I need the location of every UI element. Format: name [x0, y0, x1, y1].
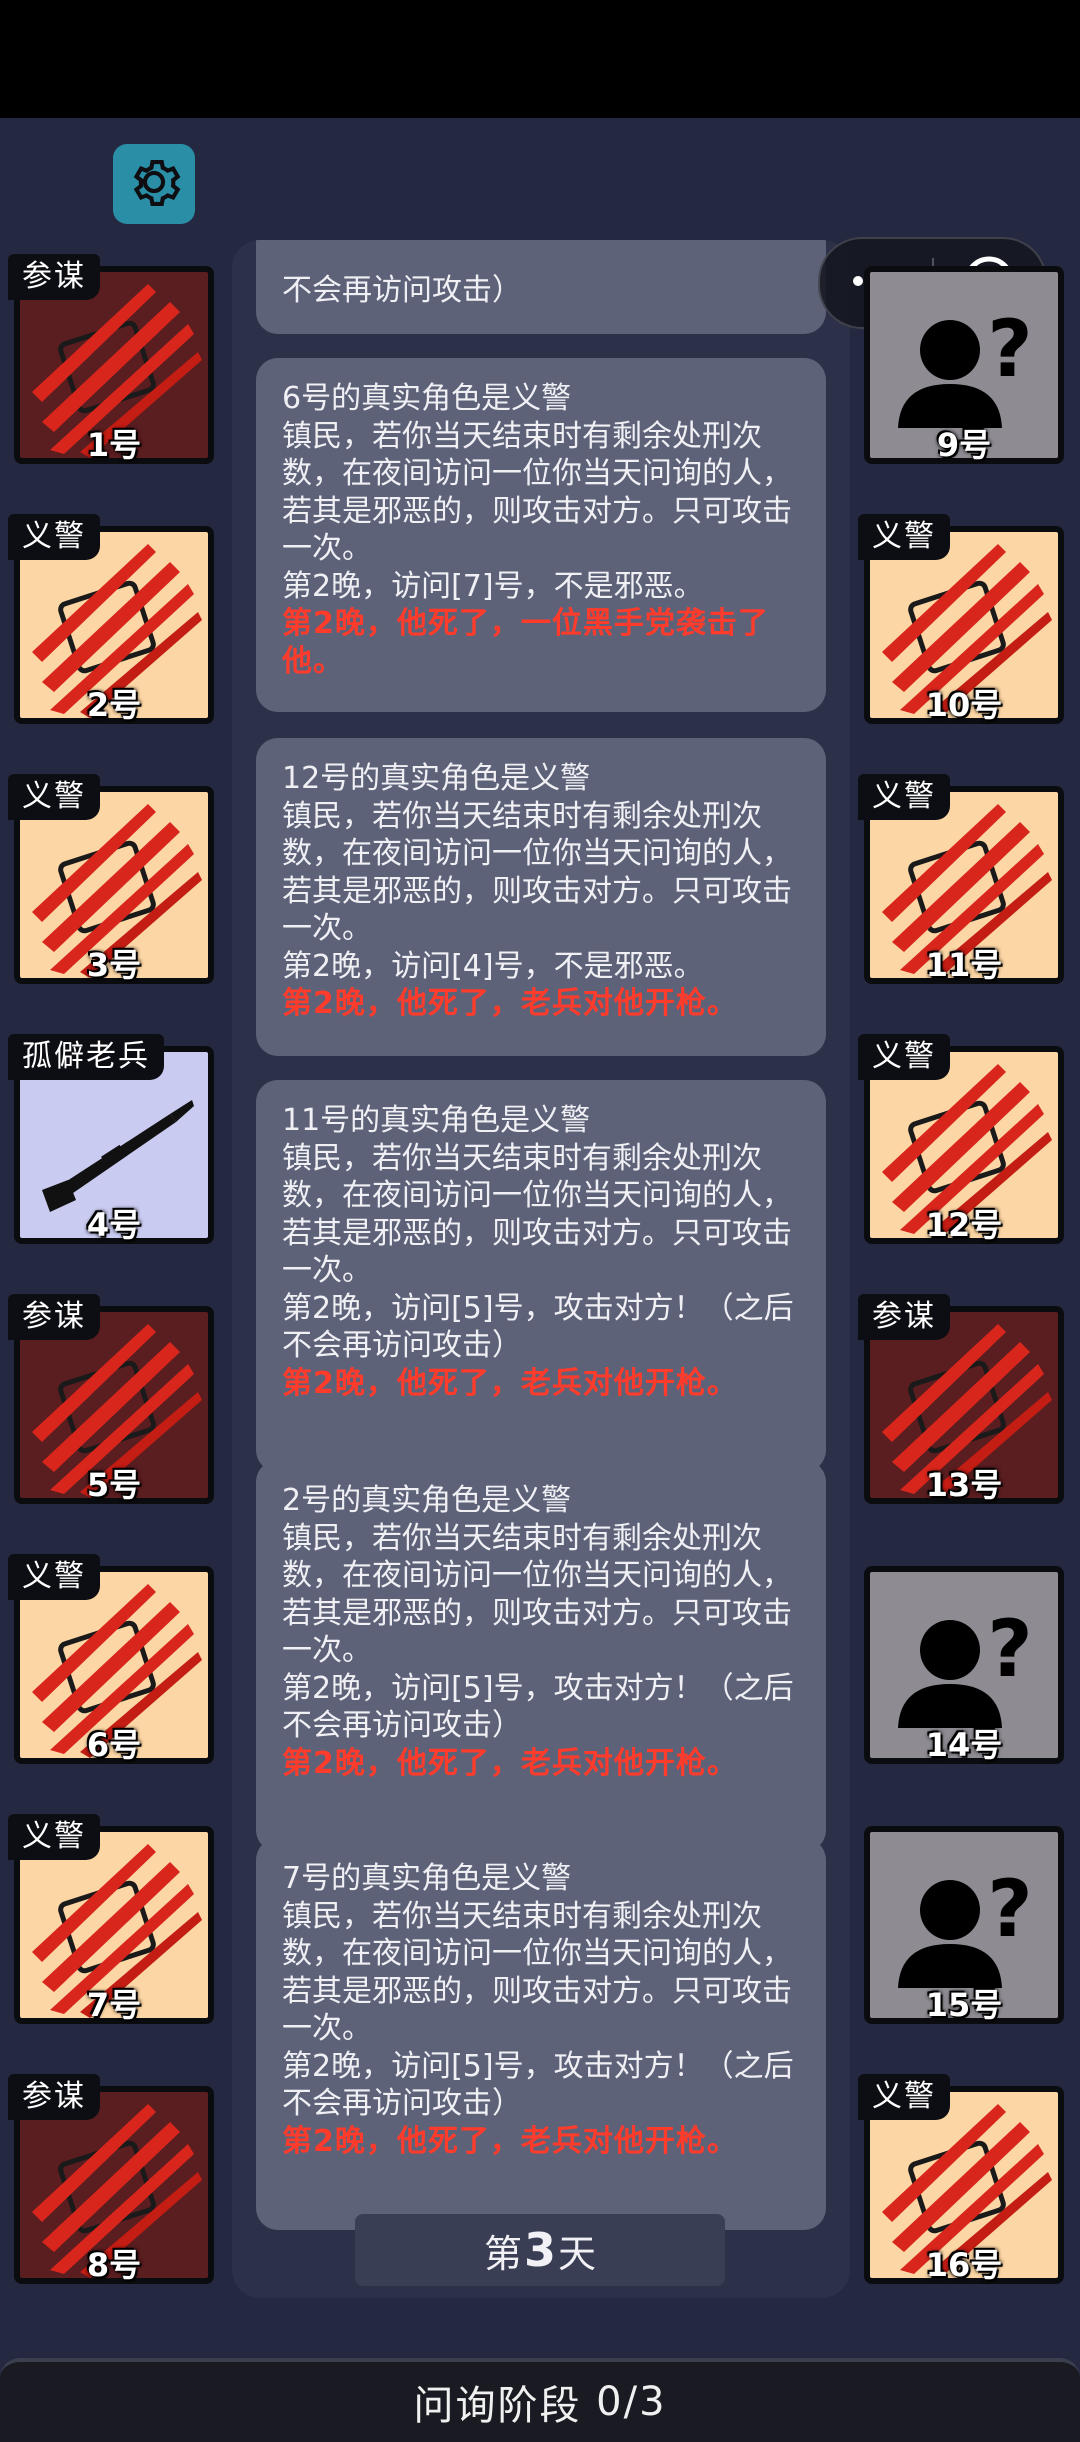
- player-number: 12号: [925, 1206, 1003, 1244]
- player-number: 4号: [86, 1206, 142, 1244]
- player-slot[interactable]: 孤僻老兵 4号: [8, 1034, 214, 1244]
- player-slot[interactable]: 义警 3号: [8, 774, 214, 984]
- report-title: 6号的真实角色是义警: [282, 381, 572, 416]
- player-slot[interactable]: 参谋 1号: [8, 254, 214, 464]
- report-title: 11号的真实角色是义警: [282, 1103, 591, 1138]
- day-suffix: 天: [558, 2231, 597, 2276]
- death-report: 第2晚，他死了，老兵对他开枪。: [282, 986, 738, 1021]
- report-text: 第2晚，访问[4]号，不是邪恶。: [282, 948, 704, 984]
- player-number: 7号: [86, 1986, 142, 2024]
- phase-bar[interactable]: 问询阶段 0/3: [0, 2358, 1080, 2442]
- role-badge: 参谋: [8, 2074, 100, 2120]
- report-title: 7号的真实角色是义警: [282, 1861, 572, 1896]
- player-number: 3号: [86, 946, 142, 984]
- player-number: 15号: [925, 1986, 1003, 2024]
- report-text: 镇民，若你当天结束时有剩余处刑次数，在夜间访问一位你当天问询的人，若其是邪恶的，…: [282, 1898, 792, 2047]
- night-report-card: 2号的真实角色是义警 镇民，若你当天结束时有剩余处刑次数，在夜间访问一位你当天问询…: [256, 1460, 826, 1852]
- player-slot[interactable]: ? 9号: [858, 254, 1064, 464]
- role-badge: 参谋: [8, 1294, 100, 1340]
- report-text: 第2晚，访问[7]号，不是邪恶。: [282, 568, 704, 604]
- report-text: 第2晚，访问[5]号，攻击对方！（之后不会再访问攻击）: [282, 2048, 794, 2122]
- report-text: 镇民，若你当天结束时有剩余处刑次数，在夜间访问一位你当天问询的人，若其是邪恶的，…: [282, 1520, 792, 1669]
- death-report: 第2晚，他死了，老兵对他开枪。: [282, 2123, 738, 2159]
- death-report: 第2晚，他死了，老兵对他开枪。: [282, 1745, 738, 1781]
- report-text: 镇民，若你当天结束时有剩余处刑次数，在夜间访问一位你当天问询的人，若其是邪恶的，…: [282, 1140, 792, 1289]
- player-slot[interactable]: 义警 7号: [8, 1814, 214, 2024]
- phase-label: 问询阶段: [413, 2383, 582, 2429]
- svg-text:?: ?: [987, 1865, 1032, 1955]
- day-number: 3: [523, 2223, 556, 2277]
- day-label: 第3天: [355, 2214, 725, 2286]
- role-badge: 义警: [8, 774, 100, 820]
- report-text: 第2晚，访问[5]号，攻击对方！（之后不会再访问攻击）: [282, 1290, 794, 1364]
- night-report-card: 6号的真实角色是义警 镇民，若你当天结束时有剩余处刑次数，在夜间访问一位你当天问询…: [256, 358, 826, 712]
- player-slot[interactable]: ? 14号: [858, 1554, 1064, 1764]
- role-badge: 参谋: [8, 254, 100, 300]
- night-report-card: 7号的真实角色是义警 镇民，若你当天结束时有剩余处刑次数，在夜间访问一位你当天问询…: [256, 1838, 826, 2230]
- status-bar: [0, 0, 1080, 118]
- role-badge: 义警: [858, 514, 950, 560]
- svg-text:?: ?: [987, 305, 1032, 395]
- player-slot[interactable]: 义警 2号: [8, 514, 214, 724]
- report-text: 第2晚，访问[5]号，攻击对方！（之后不会再访问攻击）: [282, 1670, 794, 1744]
- player-slot[interactable]: 义警 10号: [858, 514, 1064, 724]
- player-slot[interactable]: 义警 6号: [8, 1554, 214, 1764]
- night-report-panel[interactable]: 不会再访问攻击） 6号的真实角色是义警 镇民，若你当天结束时有剩余处刑次数，在夜间访…: [232, 240, 850, 2298]
- phase-progress: 0/3: [596, 2379, 667, 2425]
- night-report-card: 12号的真实角色是义警 镇民，若你当天结束时有剩余处刑次数，在夜间访问一位你当天问…: [256, 738, 826, 1056]
- player-number: 11号: [925, 946, 1003, 984]
- death-report: 第2晚，他死了，一位黑手党袭击了他。: [282, 606, 769, 679]
- svg-text:?: ?: [987, 1605, 1032, 1695]
- player-number: 16号: [925, 2246, 1003, 2284]
- role-badge: 义警: [8, 1554, 100, 1600]
- report-text: 镇民，若你当天结束时有剩余处刑次数，在夜间访问一位你当天问询的人，若其是邪恶的，…: [282, 418, 792, 567]
- gear-icon: [123, 151, 185, 217]
- role-badge: 参谋: [858, 1294, 950, 1340]
- report-title: 12号的真实角色是义警: [282, 761, 591, 796]
- report-title: 2号的真实角色是义警: [282, 1483, 572, 1518]
- player-number: 5号: [86, 1466, 142, 1504]
- role-badge: 义警: [858, 774, 950, 820]
- death-report: 第2晚，他死了，老兵对他开枪。: [282, 1365, 738, 1401]
- settings-button[interactable]: [113, 144, 195, 224]
- role-badge: 义警: [8, 514, 100, 560]
- role-badge: 义警: [858, 1034, 950, 1080]
- player-number: 1号: [86, 426, 142, 464]
- player-slot[interactable]: 参谋 5号: [8, 1294, 214, 1504]
- player-slot[interactable]: 参谋 8号: [8, 2074, 214, 2284]
- player-slot[interactable]: 义警 11号: [858, 774, 1064, 984]
- player-slot[interactable]: ? 15号: [858, 1814, 1064, 2024]
- role-badge: 孤僻老兵: [8, 1034, 164, 1080]
- player-number: 13号: [925, 1466, 1003, 1504]
- report-text: 镇民，若你当天结束时有剩余处刑次数，在夜间访问一位你当天问询的人，若其是邪恶的，…: [282, 798, 792, 947]
- role-badge: 义警: [858, 2074, 950, 2120]
- day-prefix: 第: [483, 2231, 522, 2276]
- night-report-card: 不会再访问攻击）: [256, 240, 826, 334]
- player-number: 14号: [925, 1726, 1003, 1764]
- player-slot[interactable]: 义警 16号: [858, 2074, 1064, 2284]
- player-number: 2号: [86, 686, 142, 724]
- player-number: 10号: [925, 686, 1003, 724]
- player-number: 6号: [86, 1726, 142, 1764]
- role-badge: 义警: [8, 1814, 100, 1860]
- player-number: 8号: [86, 2246, 142, 2284]
- report-text: 不会再访问攻击）: [282, 273, 522, 308]
- player-slot[interactable]: 参谋 13号: [858, 1294, 1064, 1504]
- player-number: 9号: [936, 426, 992, 464]
- night-report-card: 11号的真实角色是义警 镇民，若你当天结束时有剩余处刑次数，在夜间访问一位你当天问…: [256, 1080, 826, 1472]
- player-slot[interactable]: 义警 12号: [858, 1034, 1064, 1244]
